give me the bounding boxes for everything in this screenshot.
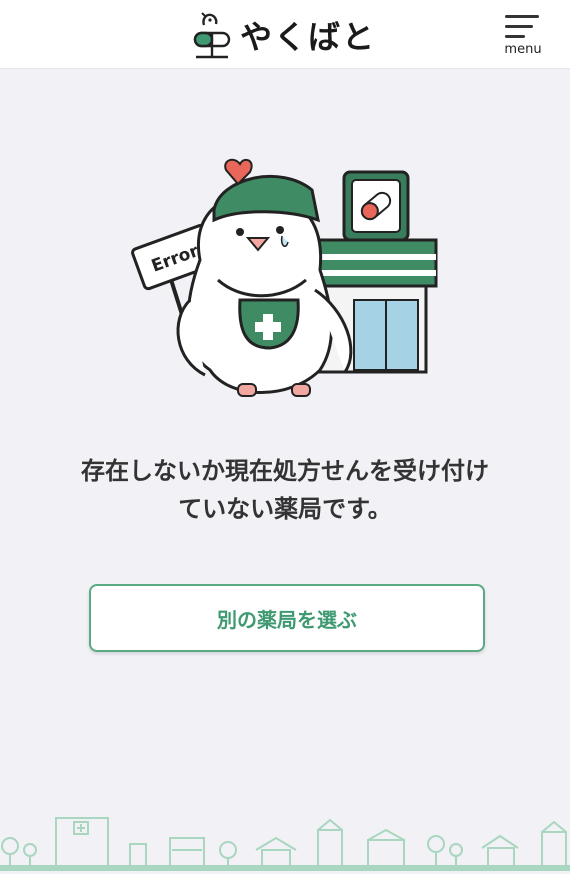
logo-text: やくばと [240,18,377,56]
error-message-line1: 存在しないか現在処方せんを受け付け [81,457,489,485]
error-message: 存在しないか現在処方せんを受け付け ていない薬局です。 [30,452,540,528]
logo-bird-icon [193,12,231,59]
select-another-pharmacy-button[interactable]: 別の薬局を選ぶ [89,584,485,652]
town-silhouette-decoration [0,817,570,871]
logo[interactable]: やくばと [192,8,376,62]
menu-button[interactable]: menu [500,12,546,60]
hamburger-icon-bar [505,25,533,28]
error-message-line2: ていない薬局です。 [178,495,392,523]
hamburger-icon-bar [505,35,525,38]
header: やくばと menu [0,0,570,69]
menu-label: menu [504,42,542,57]
error-mascot-illustration: Error [131,158,438,397]
hamburger-icon [505,15,539,18]
